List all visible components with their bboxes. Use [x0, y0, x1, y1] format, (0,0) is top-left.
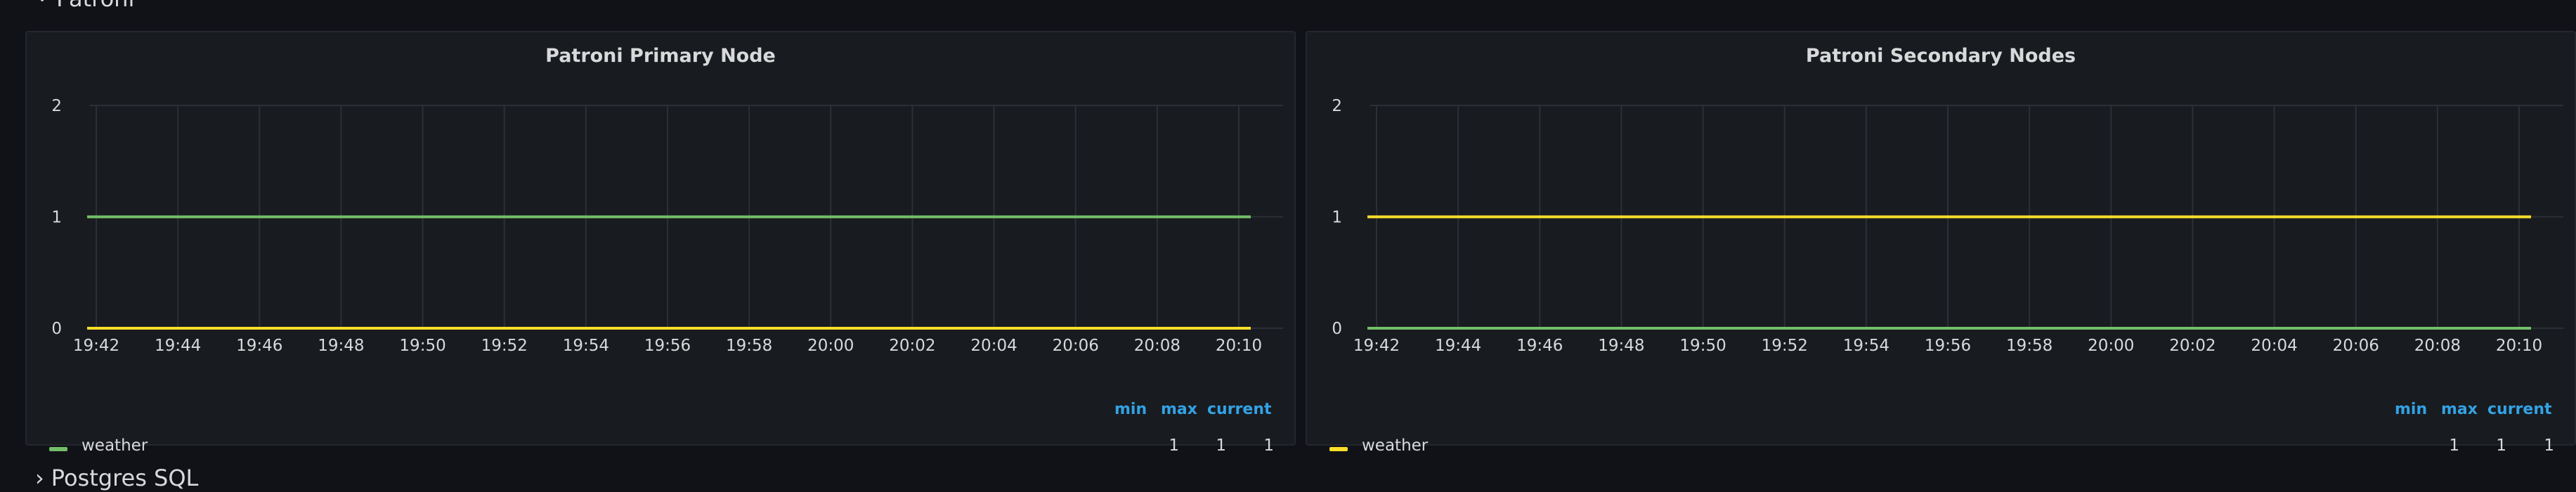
x-tick-label: 19:54: [1843, 337, 1889, 355]
y-tick-label: 1: [1332, 209, 1342, 227]
x-tick-label: 19:58: [726, 337, 772, 355]
legend-value-max: 1: [2496, 436, 2506, 455]
x-tick-label: 20:10: [2496, 337, 2542, 355]
panel-patroni-secondary-nodes[interactable]: Patroni Secondary Nodes 0 1 2 19:42 19:44 19:…: [1306, 31, 2576, 455]
legend-value-min: 1: [1169, 436, 1179, 455]
legend-series-label[interactable]: weather: [1362, 436, 1428, 455]
x-tick-label: 20:00: [2088, 337, 2134, 355]
panel-patroni-primary-node[interactable]: Patroni Primary Node 0 1 2 19:42 19:44 19:46 1…: [25, 31, 1296, 455]
x-tick-label: 19:56: [644, 337, 691, 355]
x-tick-label: 20:04: [2251, 337, 2297, 355]
legend-value-max: 1: [1216, 436, 1226, 455]
x-tick-label: 19:48: [1598, 337, 1644, 355]
legend-series-label[interactable]: weather: [82, 436, 148, 455]
row-title: Patroni: [56, 0, 134, 12]
x-tick-label: 20:06: [2333, 337, 2379, 355]
chevron-right-icon: ›: [35, 465, 44, 491]
row-header-patroni[interactable]: ⌄ Patroni: [35, 0, 134, 13]
legend-swatch: [1329, 447, 1348, 451]
x-tick-label: 19:46: [236, 337, 282, 355]
x-tick-label: 19:52: [481, 337, 528, 355]
x-tick-label: 20:00: [807, 337, 854, 355]
x-tick-label: 19:42: [73, 337, 119, 355]
legend-header-current[interactable]: current: [1207, 401, 1272, 418]
legend-swatch: [49, 447, 67, 451]
x-tick-label: 19:52: [1762, 337, 1808, 355]
x-tick-label: 20:08: [1134, 337, 1180, 355]
x-tick-label: 19:48: [318, 337, 364, 355]
y-tick-label: 2: [51, 97, 62, 115]
x-tick-label: 19:56: [1925, 337, 1971, 355]
y-tick-label: 1: [51, 209, 62, 227]
x-tick-label: 19:44: [1435, 337, 1481, 355]
x-tick-label: 19:50: [399, 337, 445, 355]
legend-header-current[interactable]: current: [2487, 401, 2552, 418]
chevron-down-icon: ⌄: [35, 0, 49, 6]
y-tick-label: 0: [1332, 320, 1342, 338]
x-tick-label: 20:08: [2414, 337, 2461, 355]
x-tick-label: 20:10: [1216, 337, 1262, 355]
chart-primary-node: 0 1 2 19:42 19:44 19:46 19:48 19:50 19:52 19:54 19…: [51, 97, 1283, 355]
x-tick-label: 19:54: [563, 337, 609, 355]
x-tick-label: 19:42: [1353, 337, 1400, 355]
row-title: Postgres SQL: [51, 465, 199, 491]
legend-value-current: 1: [1263, 436, 1274, 455]
x-tick-label: 20:04: [970, 337, 1017, 355]
legend-header-min[interactable]: min: [1114, 401, 1147, 418]
y-tick-label: 0: [51, 320, 62, 338]
chart-secondary-nodes: 0 1 2 19:42 19:44 19:46 19:48 19:50 19:52 19:54 19…: [1332, 97, 2563, 355]
x-tick-label: 19:44: [155, 337, 201, 355]
x-tick-label: 19:50: [1679, 337, 1726, 355]
x-tick-label: 20:06: [1053, 337, 1099, 355]
legend-header-min[interactable]: min: [2395, 401, 2427, 418]
legend-value-current: 1: [2544, 436, 2554, 455]
y-tick-label: 2: [1332, 97, 1342, 115]
legend-value-min: 1: [2449, 436, 2459, 455]
x-tick-label: 19:58: [2006, 337, 2053, 355]
x-tick-label: 19:46: [1516, 337, 1563, 355]
legend-header-max[interactable]: max: [1161, 401, 1197, 418]
row-header-postgres[interactable]: › Postgres SQL: [35, 464, 198, 492]
x-tick-label: 20:02: [889, 337, 935, 355]
legend-header-max[interactable]: max: [2441, 401, 2478, 418]
x-tick-label: 20:02: [2169, 337, 2216, 355]
